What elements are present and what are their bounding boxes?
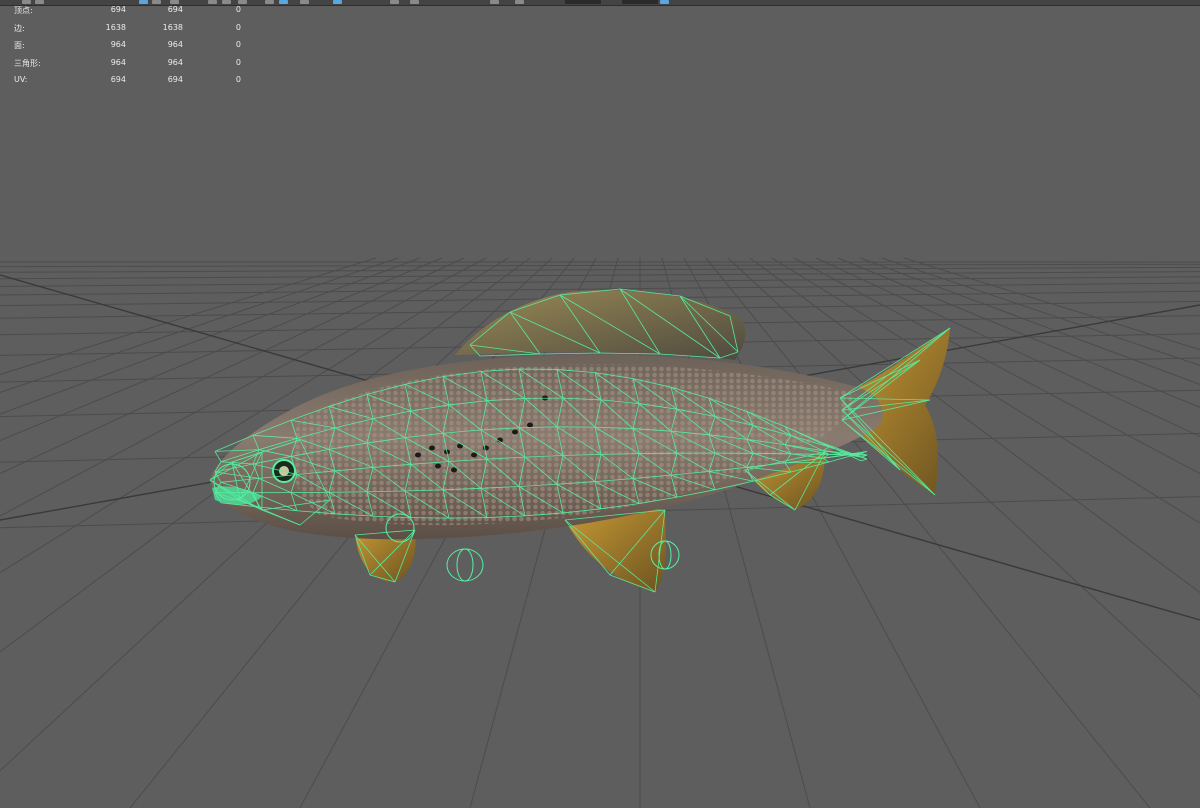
hud-label: 边: (14, 23, 25, 33)
spot (415, 452, 421, 458)
isolate-icon[interactable] (279, 0, 288, 4)
wire-edge (479, 353, 541, 357)
toolbar-field[interactable] (565, 0, 601, 4)
toolbar-field[interactable] (622, 0, 658, 4)
hud-label: 顶点: (14, 6, 33, 15)
hud-row: 顶点: 694 694 0 (14, 3, 244, 21)
spot (435, 463, 441, 469)
scene-canvas[interactable] (0, 0, 1200, 808)
hud-value: 964 (110, 57, 126, 67)
wire-edge (539, 352, 601, 355)
hud-value: 964 (110, 40, 126, 49)
wire-edge (328, 491, 368, 493)
dorsal-fin (455, 290, 746, 360)
hud-value: 694 (110, 5, 126, 14)
hud-value: 694 (167, 5, 183, 14)
hud-value: 964 (167, 40, 183, 49)
spot (527, 422, 533, 428)
hud-value: 964 (167, 57, 183, 67)
hud-label: UV: (14, 75, 28, 84)
toolbar-button[interactable] (410, 0, 419, 4)
hud-value: 694 (167, 75, 183, 84)
toolbar-button[interactable] (660, 0, 669, 4)
3d-viewport[interactable]: 顶点: 694 694 0 边: 1638 1638 0 面: 964 964 0 三角形: 964 964… (0, 0, 1200, 808)
hud-value: 1638 (105, 22, 126, 32)
spot (471, 452, 477, 458)
fish-pupil (279, 466, 289, 476)
wire-edge (860, 458, 868, 462)
poly-count-hud: 顶点: 694 694 0 边: 1638 1638 0 面: 964 964 0 三角形: 964 964… (14, 3, 244, 91)
grid-line (837, 257, 1200, 409)
toolbar-button[interactable] (515, 0, 524, 4)
grid-line (0, 263, 1200, 268)
toolbar-button[interactable] (490, 0, 499, 4)
grid-line (727, 257, 1200, 698)
xray-icon[interactable] (300, 0, 309, 4)
toolbar-button[interactable] (390, 0, 399, 4)
hud-label: 三角形: (14, 58, 41, 68)
hud-value: 0 (235, 22, 241, 32)
wire-edge (860, 456, 868, 460)
hud-row: 边: 1638 1638 0 (14, 21, 244, 39)
hud-value: 0 (235, 57, 241, 67)
hud-row: 面: 964 964 0 (14, 38, 244, 56)
hud-value: 0 (235, 40, 241, 49)
hud-row: 三角形: 964 964 0 (14, 56, 244, 74)
hud-value: 0 (235, 5, 241, 14)
hud-label: 面: (14, 41, 25, 50)
spot (512, 429, 518, 435)
grid-line (0, 271, 1200, 280)
spot (451, 467, 457, 473)
hud-row: UV: 694 694 0 (14, 73, 244, 91)
hud-value: 0 (235, 75, 241, 84)
light-icon[interactable] (265, 0, 274, 4)
spot (429, 445, 435, 451)
hud-value: 694 (110, 75, 126, 84)
spot (483, 445, 489, 451)
hud-value: 1638 (162, 22, 183, 32)
grid-line (859, 257, 1200, 385)
grid-line (0, 266, 1200, 273)
grid-line (815, 257, 1200, 437)
grid-icon[interactable] (333, 0, 342, 4)
